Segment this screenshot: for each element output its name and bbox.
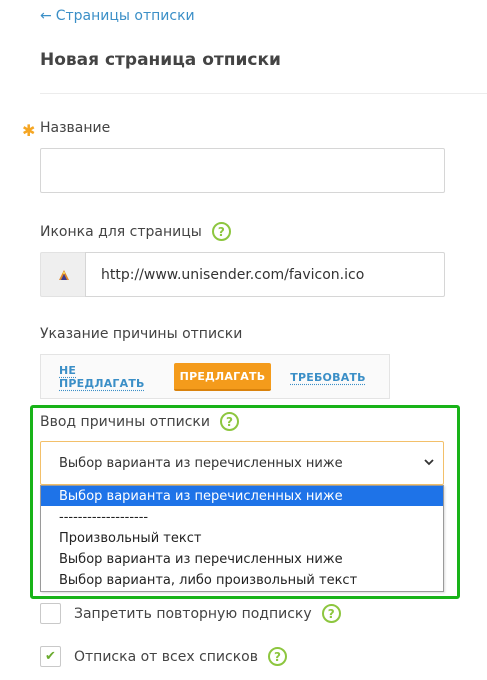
back-link-label: Страницы отписки [55,8,195,24]
forbid-resubscribe-row[interactable]: Запретить повторную подписку ? [40,603,341,624]
chevron-down-icon [424,459,434,466]
favicon-preview [40,252,86,297]
question-circle-icon[interactable]: ? [211,222,231,241]
unsubscribe-all-checkbox[interactable]: ✔ [40,646,61,667]
unsubscribe-page-editor: ← Страницы отписки Новая страница отписк… [0,0,487,680]
forbid-resubscribe-label: Запретить повторную подписку [74,605,312,622]
question-circle-icon[interactable]: ? [219,412,239,431]
name-label-text: Название [40,120,111,136]
reason-label-text: Указание причины отписки [40,326,243,342]
icon-label: Иконка для страницы ? [40,222,231,241]
unsubscribe-all-label: Отписка от всех списков [74,648,258,665]
reason-option-require[interactable]: ТРЕБОВАТЬ [290,363,365,391]
reason-input-select[interactable]: Выбор варианта из перечисленных ниже [40,441,444,485]
dropdown-separator: ------------------- [59,509,149,525]
asterisk-icon: ✱ [22,121,36,140]
reason-option-offer[interactable]: ПРЕДЛАГАТЬ [174,363,271,391]
icon-url-input[interactable]: http://www.unisender.com/favicon.ico [85,252,445,297]
reason-input-label-text: Ввод причины отписки [40,413,210,430]
back-link[interactable]: ← Страницы отписки [40,8,195,24]
page-title: Новая страница отписки [40,50,281,70]
title-divider [40,93,487,94]
unsubscribe-all-row[interactable]: ✔ Отписка от всех списков ? [40,646,287,667]
dropdown-option[interactable]: Выбор варианта из перечисленных ниже [41,486,443,506]
question-circle-icon[interactable]: ? [321,604,341,623]
reason-input-label: Ввод причины отписки ? [40,412,239,431]
dropdown-option[interactable]: Произвольный текст [41,528,443,548]
name-label: Название [40,120,110,136]
question-circle-icon[interactable]: ? [268,647,287,666]
forbid-resubscribe-checkbox[interactable] [40,603,61,624]
dropdown-option[interactable]: Выбор варианта из перечисленных ниже [41,549,443,569]
reason-option-dont-offer[interactable]: НЕ ПРЕДЛАГАТЬ [59,363,151,391]
reason-input-dropdown: Выбор варианта из перечисленных ниже ---… [40,485,444,592]
reason-segmented-control: НЕ ПРЕДЛАГАТЬ ПРЕДЛАГАТЬ ТРЕБОВАТЬ [40,354,390,399]
checkmark-icon: ✔ [45,649,56,664]
reason-input-select-value: Выбор варианта из перечисленных ниже [59,455,343,471]
arrow-left-icon: ← [40,8,52,24]
icon-label-text: Иконка для страницы [40,223,202,240]
name-input[interactable] [40,148,445,193]
reason-label: Указание причины отписки [40,326,242,342]
dropdown-option[interactable]: Выбор варианта, либо произвольный текст [41,570,443,590]
favicon-icon [58,269,69,280]
